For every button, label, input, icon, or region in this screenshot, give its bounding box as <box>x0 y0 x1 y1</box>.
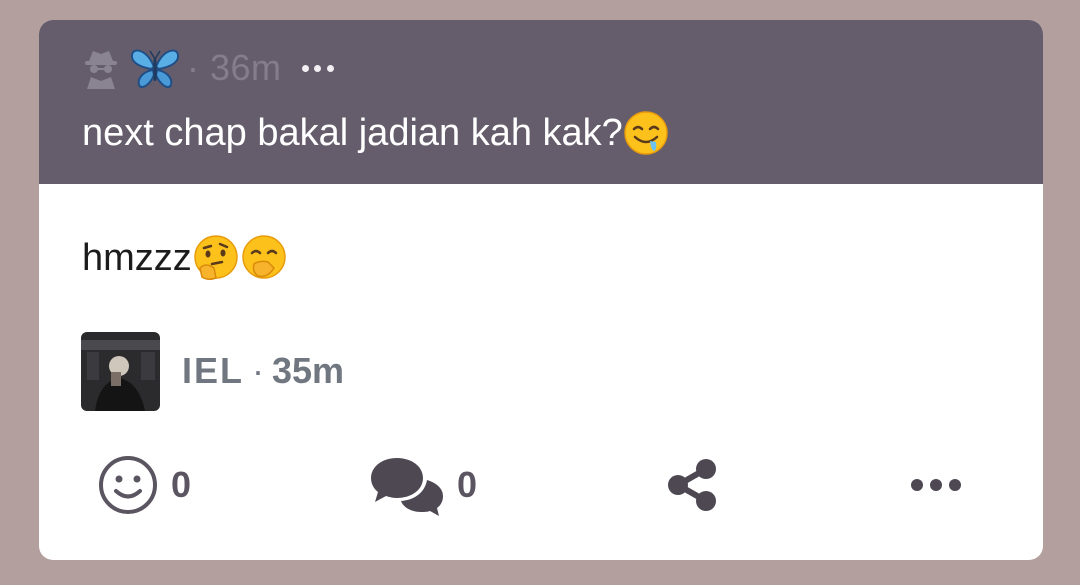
reply-author[interactable]: IEL · 35m <box>81 331 344 411</box>
react-count: 0 <box>171 464 192 505</box>
quoted-comment-time: · 36m <box>187 47 282 88</box>
comment-card: · 36m next chap bakal jadian kah kak? hm… <box>39 20 1043 560</box>
spy-icon <box>85 51 117 89</box>
drooling-face-icon <box>624 111 668 155</box>
reply-count: 0 <box>457 464 478 505</box>
more-options-button[interactable] <box>909 450 963 520</box>
butterfly-icon <box>130 49 180 89</box>
reply-button[interactable]: 0 <box>367 450 477 520</box>
reply-text: hmzzz <box>82 236 192 279</box>
share-button[interactable] <box>664 450 720 520</box>
author-name[interactable]: IEL <box>182 350 244 392</box>
reply-text-row: hmzzz <box>82 234 288 282</box>
share-icon <box>668 459 716 511</box>
comments-icon <box>371 458 443 516</box>
react-button[interactable]: 0 <box>97 450 191 520</box>
quoted-comment-meta: · 36m <box>81 44 334 92</box>
author-time: 35m <box>272 350 345 391</box>
quoted-comment-text: next chap bakal jadian kah kak? <box>82 111 623 154</box>
action-bar: 0 0 <box>39 450 1043 520</box>
more-horizontal-icon <box>911 479 961 491</box>
smiley-icon <box>99 456 157 514</box>
avatar[interactable] <box>81 331 160 411</box>
quoted-comment-text-row: next chap bakal jadian kah kak? <box>82 110 669 156</box>
face-with-hand-over-mouth-icon <box>242 235 286 279</box>
thinking-face-icon <box>194 235 238 281</box>
quoted-comment[interactable]: · 36m next chap bakal jadian kah kak? <box>39 20 1043 184</box>
more-horizontal-icon[interactable] <box>301 63 334 73</box>
author-separator: · <box>252 350 265 391</box>
